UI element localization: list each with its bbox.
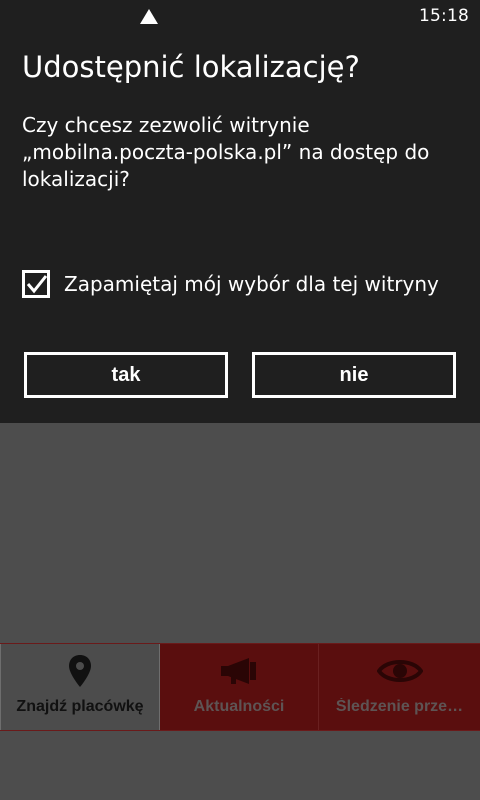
remember-choice-checkbox[interactable]	[22, 270, 50, 298]
tab-tracking[interactable]: Śledzenie prze…	[319, 644, 480, 730]
tab-label: Znajdź placówkę	[16, 698, 144, 715]
megaphone-icon	[219, 654, 259, 688]
location-permission-dialog: Udostępnić lokalizację? Czy chcesz zezwo…	[0, 32, 480, 423]
eye-icon	[376, 654, 423, 688]
tab-news[interactable]: Aktualności	[160, 644, 319, 730]
allow-button[interactable]: tak	[24, 352, 228, 398]
remember-choice-label: Zapamiętaj mój wybór dla tej witryny	[64, 272, 439, 296]
dialog-message-line: „mobilna.poczta-polska.pl” na dostęp do	[22, 140, 430, 164]
screen: 15:18 Udostępnić lokalizację? Czy chcesz…	[0, 0, 480, 800]
dialog-message-line: lokalizacji?	[22, 167, 130, 191]
remember-choice-row[interactable]: Zapamiętaj mój wybór dla tej witryny	[22, 267, 439, 301]
status-bar: 15:18	[0, 0, 480, 32]
dialog-message-line: Czy chcesz zezwolić witrynie	[22, 113, 310, 137]
tab-label: Aktualności	[193, 698, 285, 715]
dialog-message: Czy chcesz zezwolić witrynie „mobilna.po…	[22, 112, 462, 193]
bottom-tab-bar: Znajdź placówkę Aktualności Śledzenie pr…	[0, 643, 480, 731]
status-clock: 15:18	[419, 6, 469, 26]
dialog-title: Udostępnić lokalizację?	[22, 50, 360, 84]
tab-find-office[interactable]: Znajdź placówkę	[0, 644, 160, 730]
checkmark-icon	[26, 275, 48, 294]
deny-button[interactable]: nie	[252, 352, 456, 398]
tab-label: Śledzenie prze…	[335, 698, 464, 715]
dimmed-background	[0, 423, 480, 800]
signal-icon	[140, 9, 158, 24]
map-pin-icon	[68, 654, 92, 688]
